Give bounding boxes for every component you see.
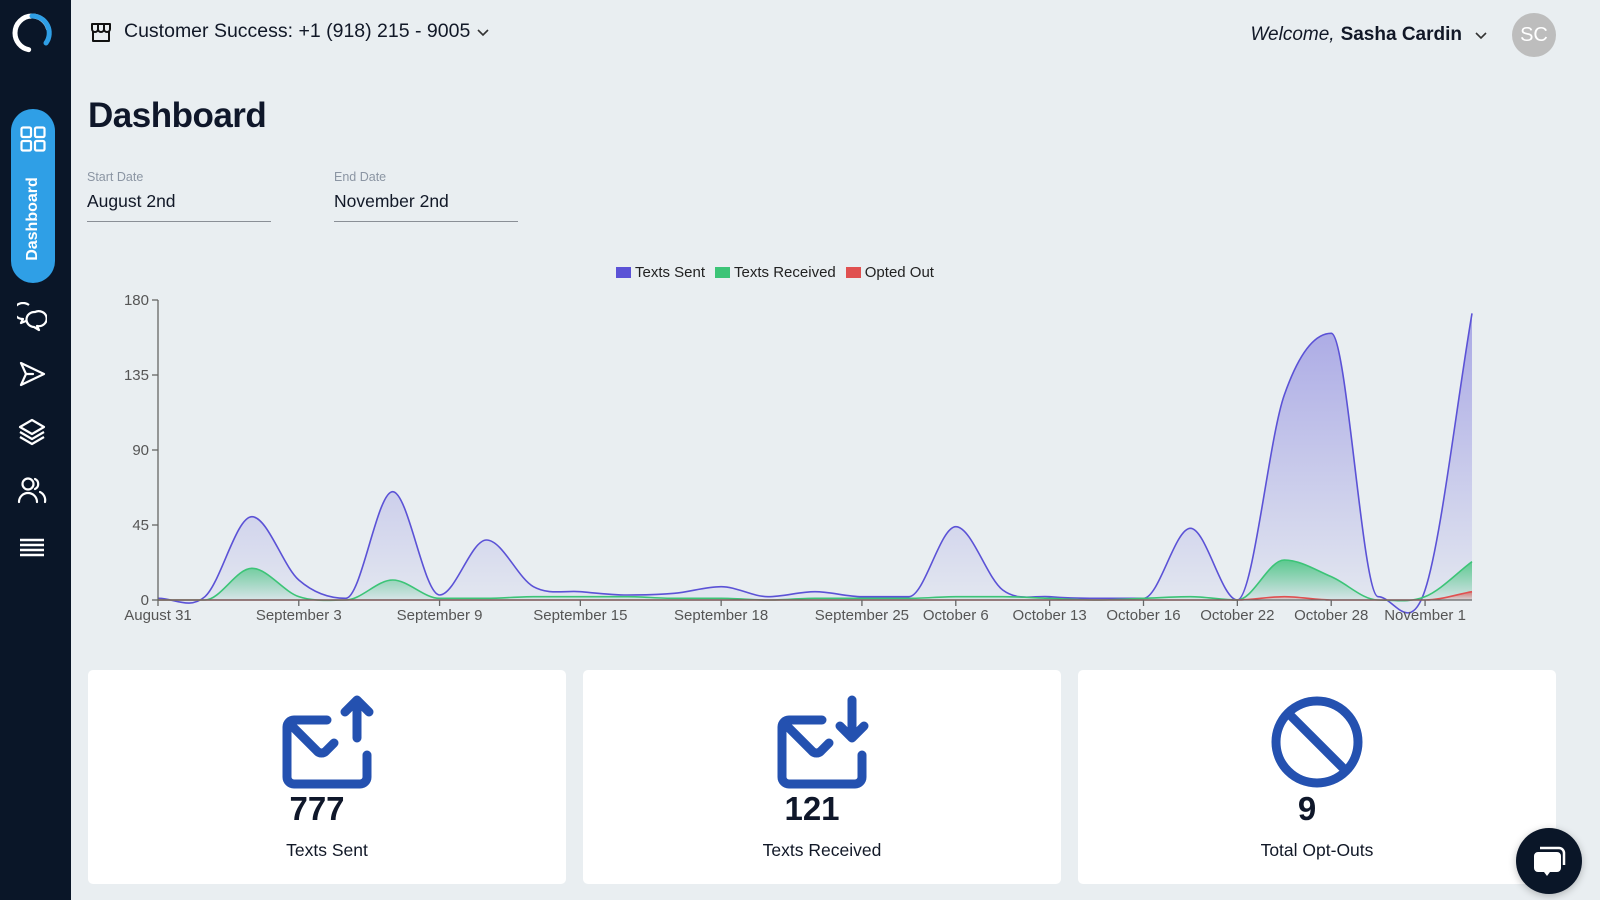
stat-value: 121 xyxy=(784,790,840,827)
stat-label: Texts Received xyxy=(762,840,882,860)
y-tick-label: 90 xyxy=(132,442,149,459)
x-tick-label: October 13 xyxy=(1013,607,1087,624)
stat-value: 9 xyxy=(1297,790,1317,827)
x-tick-label: November 1 xyxy=(1384,607,1466,624)
stat-label: Total Opt-Outs xyxy=(1260,840,1374,860)
x-tick-label: September 18 xyxy=(674,607,768,624)
mail-receive-icon xyxy=(777,695,869,789)
stat-card-texts-sent: 777 Texts Sent xyxy=(88,670,566,884)
x-tick-label: August 31 xyxy=(124,607,192,624)
stat-card-texts-received: 121 Texts Received xyxy=(583,670,1061,884)
stat-value: 777 xyxy=(289,790,345,827)
stat-card-opt-outs: 9 Total Opt-Outs xyxy=(1078,670,1556,884)
x-tick-label: September 3 xyxy=(256,607,342,624)
x-tick-label: September 25 xyxy=(815,607,909,624)
x-tick-label: October 6 xyxy=(923,607,989,624)
x-tick-label: October 16 xyxy=(1106,607,1180,624)
y-tick-label: 135 xyxy=(124,367,149,384)
stats-row: 777 Texts Sent 121 Texts Received 9 Tota… xyxy=(88,670,1556,884)
prohibited-icon xyxy=(1271,696,1363,788)
x-tick-label: September 15 xyxy=(533,607,627,624)
x-tick-label: September 9 xyxy=(397,607,483,624)
x-tick-label: October 22 xyxy=(1200,607,1274,624)
y-tick-label: 180 xyxy=(124,292,149,309)
mail-send-icon xyxy=(282,695,374,789)
y-tick-label: 45 xyxy=(132,517,149,534)
chat-launcher-button[interactable] xyxy=(1516,828,1582,894)
activity-chart: 04590135180August 31 September 3 September… xyxy=(124,292,1473,624)
stat-label: Texts Sent xyxy=(286,840,368,860)
x-tick-label: October 28 xyxy=(1294,607,1368,624)
chat-icon xyxy=(1534,846,1566,876)
